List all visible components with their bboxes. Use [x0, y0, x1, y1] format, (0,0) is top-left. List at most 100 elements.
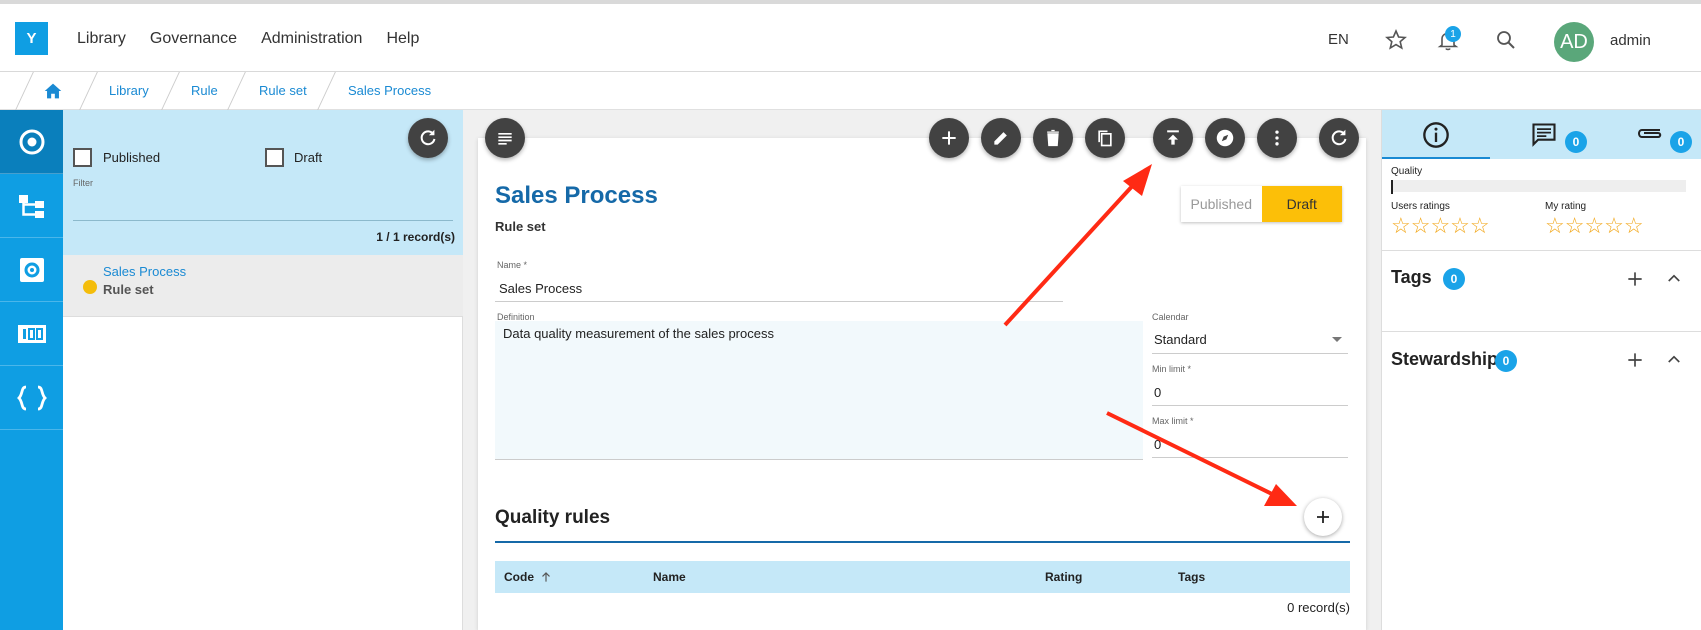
quality-label: Quality: [1391, 166, 1423, 177]
definition-field[interactable]: Data quality measurement of the sales pr…: [495, 321, 1143, 460]
paperclip-icon[interactable]: [1634, 122, 1664, 146]
status-toggle: Published Draft: [1181, 186, 1342, 222]
breadcrumb-rule[interactable]: Rule: [191, 83, 218, 98]
search-icon[interactable]: [1494, 28, 1518, 52]
chevron-up-icon[interactable]: [1665, 269, 1683, 287]
page-title: Sales Process: [495, 182, 658, 209]
nav-library[interactable]: Library: [77, 30, 126, 48]
publish-button[interactable]: [1153, 118, 1193, 158]
filter-input[interactable]: [73, 220, 453, 221]
max-limit-label: Max limit *: [1152, 416, 1194, 426]
comment-icon[interactable]: [1529, 121, 1559, 149]
sort-up-icon[interactable]: [539, 570, 553, 584]
my-rating-stars[interactable]: ☆☆☆☆☆: [1545, 213, 1644, 239]
add-tag-icon[interactable]: [1625, 269, 1645, 289]
delete-button[interactable]: [1033, 118, 1073, 158]
column-name[interactable]: Name: [653, 570, 686, 584]
breadcrumb: Library Rule Rule set Sales Process: [0, 72, 1701, 110]
column-tags[interactable]: Tags: [1178, 570, 1205, 584]
draft-checkbox[interactable]: [265, 148, 284, 167]
app-logo[interactable]: Y: [15, 22, 48, 55]
publish-icon: [1167, 130, 1179, 145]
trash-icon: [1047, 129, 1059, 147]
chevron-down-icon[interactable]: [1332, 337, 1342, 342]
my-rating-label: My rating: [1545, 201, 1587, 212]
users-rating-stars: ☆☆☆☆☆: [1391, 213, 1490, 238]
name-field-label: Name *: [497, 260, 528, 270]
published-checkbox[interactable]: [73, 148, 92, 167]
refresh-icon: [1331, 129, 1347, 146]
plus-icon: [942, 131, 956, 145]
rail-item-target[interactable]: [0, 110, 63, 174]
calendar-select[interactable]: Standard: [1154, 332, 1207, 347]
divider: [1382, 250, 1701, 251]
column-rating[interactable]: Rating: [1045, 570, 1082, 584]
breadcrumb-separator: [15, 72, 34, 110]
copy-icon: [1098, 130, 1112, 147]
breadcrumb-separator: [79, 72, 98, 110]
avatar[interactable]: AD: [1554, 22, 1594, 62]
list-panel: Published Draft Filter 1 / 1 record(s) S…: [63, 110, 463, 630]
info-icon[interactable]: [1422, 121, 1450, 149]
menu-button[interactable]: [485, 118, 525, 158]
stewardship-badge: 0: [1495, 350, 1517, 372]
name-field[interactable]: Sales Process: [499, 281, 582, 296]
refresh-detail-button[interactable]: [1319, 118, 1359, 158]
stewardship-section-title: Stewardship: [1391, 349, 1499, 369]
language-selector[interactable]: EN: [1328, 31, 1349, 48]
breadcrumb-rule-set[interactable]: Rule set: [259, 83, 307, 98]
more-options-button[interactable]: [1257, 118, 1297, 158]
breadcrumb-library[interactable]: Library: [109, 83, 149, 98]
list-item-name[interactable]: Sales Process: [103, 264, 186, 279]
nav-governance[interactable]: Governance: [150, 30, 237, 48]
rail-item-code[interactable]: [0, 366, 63, 430]
username[interactable]: admin: [1610, 32, 1651, 49]
refresh-list-button[interactable]: [408, 118, 448, 158]
quality-rules-divider: [495, 541, 1350, 543]
more-vertical-icon: [1275, 130, 1279, 146]
definition-text: Data quality measurement of the sales pr…: [503, 326, 774, 341]
status-dot: [83, 280, 97, 294]
column-code[interactable]: Code: [504, 570, 534, 584]
left-rail: [0, 110, 63, 630]
max-limit-field[interactable]: 0: [1154, 437, 1161, 452]
home-icon[interactable]: [42, 80, 64, 102]
record-count: 1 / 1 record(s): [376, 230, 455, 244]
rail-item-hierarchy[interactable]: [0, 174, 63, 238]
list-item[interactable]: Sales Process Rule set: [63, 255, 463, 317]
hierarchy-icon: [18, 194, 44, 218]
published-checkbox-label: Published: [103, 150, 161, 165]
main-nav: Library Governance Administration Help: [77, 30, 443, 48]
explore-button[interactable]: [1205, 118, 1245, 158]
edit-button[interactable]: [981, 118, 1021, 158]
filter-label: Filter: [73, 178, 93, 188]
name-field-underline: [495, 301, 1063, 302]
toggle-published[interactable]: Published: [1181, 186, 1262, 222]
min-limit-field[interactable]: 0: [1154, 385, 1161, 400]
page-subtitle: Rule set: [495, 219, 546, 234]
breadcrumb-separator: [317, 72, 336, 110]
star-icon[interactable]: [1384, 28, 1408, 52]
rail-item-counter[interactable]: [0, 302, 63, 366]
toggle-draft[interactable]: Draft: [1261, 186, 1342, 222]
tags-badge: 0: [1443, 268, 1465, 290]
chevron-up-icon[interactable]: [1665, 350, 1683, 368]
add-steward-icon[interactable]: [1625, 350, 1645, 370]
tags-section-title: Tags: [1391, 267, 1432, 287]
pencil-icon: [994, 132, 1007, 145]
breadcrumb-separator: [227, 72, 246, 110]
add-button[interactable]: [929, 118, 969, 158]
nav-administration[interactable]: Administration: [261, 30, 362, 48]
add-quality-rule-button[interactable]: [1304, 498, 1342, 536]
nav-help[interactable]: Help: [386, 30, 419, 48]
notification-badge: 1: [1445, 26, 1461, 42]
rail-item-settings[interactable]: [0, 238, 63, 302]
calendar-underline: [1152, 353, 1348, 354]
top-bar: Y Library Governance Administration Help…: [0, 0, 1701, 72]
max-limit-underline: [1152, 457, 1348, 458]
quality-bar-marker: [1391, 180, 1393, 194]
refresh-icon: [420, 129, 436, 146]
copy-button[interactable]: [1085, 118, 1125, 158]
target-icon: [19, 129, 44, 154]
breadcrumb-sales-process[interactable]: Sales Process: [348, 83, 431, 98]
